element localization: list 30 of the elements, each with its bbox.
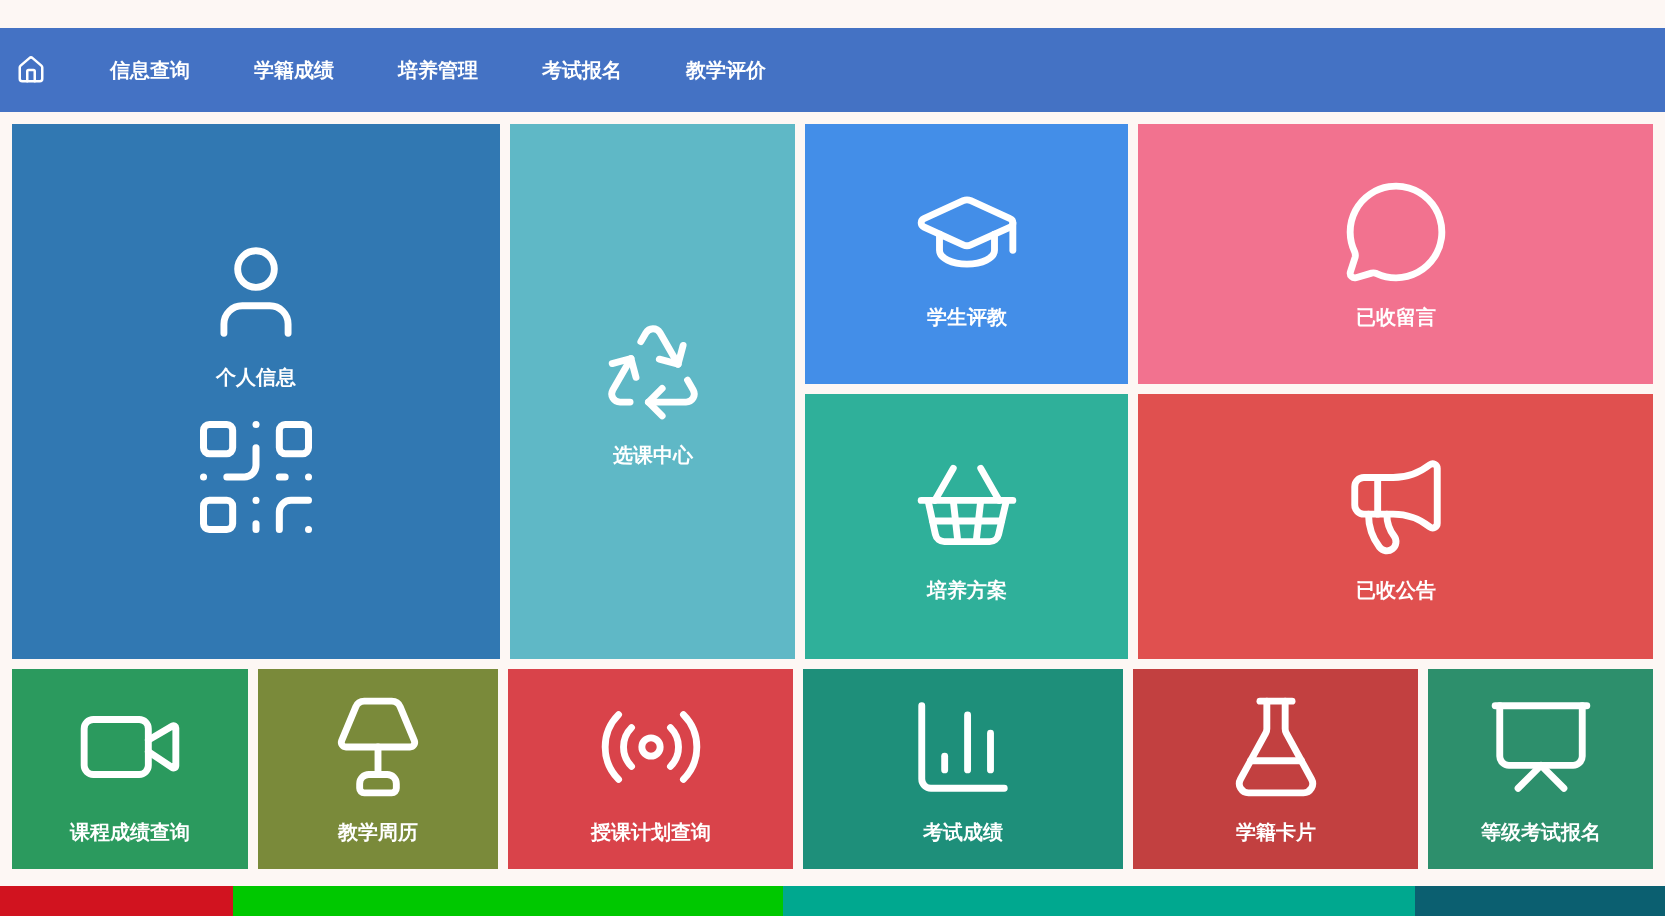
tile-label: 培养方案 [926,576,1007,604]
menu-tile[interactable]: 个人信息 [12,124,500,659]
tile-label: 已收公告 [1355,576,1436,604]
nav-link[interactable]: 培养管理 [398,56,478,84]
nav-link[interactable]: 考试报名 [542,56,622,84]
tile-label: 选课中心 [612,441,693,469]
tile-label: 授课计划查询 [590,819,711,846]
menu-tile[interactable]: 选课中心 [510,124,795,659]
tile-label: 考试成绩 [923,819,1003,846]
nav-link[interactable]: 教学评价 [686,56,766,84]
tile-label: 等级考试报名 [1480,819,1601,846]
menu-tile[interactable]: 培养方案 [805,394,1128,659]
menu-tile[interactable]: 考试成绩 [803,669,1123,869]
nav-link[interactable]: 学籍成绩 [254,56,334,84]
menu-tile[interactable]: 教学周历 [258,669,498,869]
tile-label: 教学周历 [338,819,418,846]
tile-label: 学生评教 [926,304,1007,331]
menu-tile[interactable]: 课程成绩查询 [12,669,248,869]
tile-label: 学籍卡片 [1235,819,1316,846]
menu-tile[interactable]: 已收留言 [1138,124,1653,384]
menu-tile[interactable]: 学生评教 [805,124,1128,384]
menu-tile[interactable]: 学籍卡片 [1133,669,1418,869]
tile-label: 课程成绩查询 [70,819,190,846]
tile-label: 已收留言 [1355,304,1436,331]
tile-label: 个人信息 [216,363,296,391]
menu-tile[interactable]: 已收公告 [1138,394,1653,659]
menu-tile[interactable]: 等级考试报名 [1428,669,1653,869]
nav-link[interactable]: 信息查询 [110,56,190,84]
home-icon[interactable] [16,55,46,85]
menu-tile[interactable]: 授课计划查询 [508,669,793,869]
